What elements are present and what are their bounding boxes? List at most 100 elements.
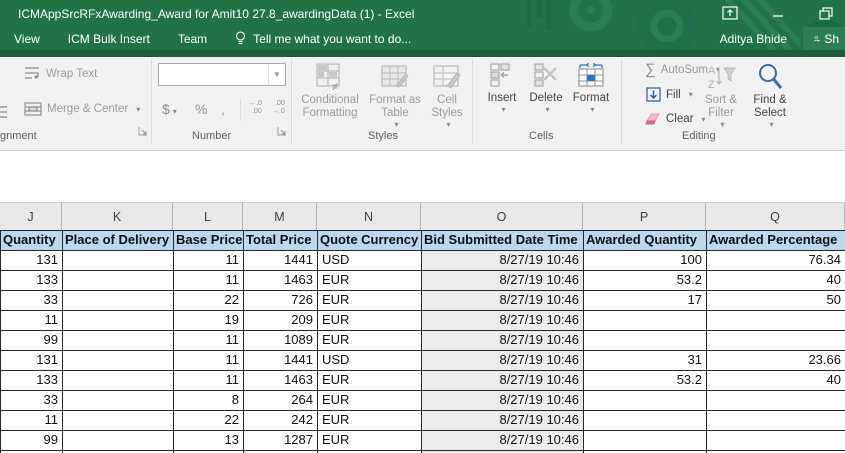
- number-dialog-launcher-icon[interactable]: [277, 126, 288, 137]
- tab-icm-bulk-insert[interactable]: ICM Bulk Insert: [54, 27, 164, 50]
- table-cell[interactable]: [584, 391, 707, 411]
- table-cell[interactable]: EUR: [318, 371, 422, 391]
- table-cell[interactable]: 99: [1, 331, 63, 351]
- wrap-text-button[interactable]: Wrap Text: [24, 66, 97, 81]
- table-cell[interactable]: [707, 411, 845, 431]
- table-cell[interactable]: [63, 311, 174, 331]
- table-cell[interactable]: 11: [174, 331, 244, 351]
- table-cell[interactable]: 100: [584, 251, 707, 271]
- accounting-format-button[interactable]: $▾: [162, 101, 177, 117]
- table-cell[interactable]: 1463: [244, 271, 318, 291]
- number-format-select[interactable]: ▼: [158, 63, 286, 86]
- table-cell[interactable]: 33: [1, 391, 63, 411]
- column-letter-O[interactable]: O: [421, 203, 583, 230]
- table-cell[interactable]: 40: [707, 371, 845, 391]
- column-letter-K[interactable]: K: [62, 203, 173, 230]
- tab-team[interactable]: Team: [164, 27, 221, 50]
- table-cell[interactable]: 8: [174, 391, 244, 411]
- share-button[interactable]: Sh: [803, 27, 845, 50]
- header-cell[interactable]: Bid Submitted Date Time: [422, 231, 584, 251]
- table-cell[interactable]: 33: [1, 291, 63, 311]
- table-cell[interactable]: [584, 431, 707, 451]
- header-cell[interactable]: Total Price: [244, 231, 318, 251]
- table-cell[interactable]: 53.2: [584, 371, 707, 391]
- format-as-table-button[interactable]: Format as Table ▾: [366, 62, 424, 129]
- table-cell[interactable]: [63, 291, 174, 311]
- percent-style-button[interactable]: %: [195, 101, 207, 117]
- table-cell[interactable]: 11: [1, 311, 63, 331]
- user-account[interactable]: Aditya Bhide: [720, 32, 787, 46]
- table-cell[interactable]: 50: [707, 291, 845, 311]
- table-cell[interactable]: EUR: [318, 391, 422, 411]
- table-cell[interactable]: 209: [244, 311, 318, 331]
- table-cell[interactable]: [63, 371, 174, 391]
- tell-me-box[interactable]: Tell me what you want to do...: [235, 31, 411, 46]
- fill-button[interactable]: Fill ▾: [646, 87, 693, 102]
- table-cell[interactable]: 264: [244, 391, 318, 411]
- column-letter-M[interactable]: M: [243, 203, 317, 230]
- table-cell[interactable]: 17: [584, 291, 707, 311]
- table-cell[interactable]: EUR: [318, 271, 422, 291]
- table-cell[interactable]: USD: [318, 351, 422, 371]
- table-cell[interactable]: 1441: [244, 251, 318, 271]
- insert-cells-button[interactable]: Insert ▾: [480, 62, 524, 114]
- align-lines-icon[interactable]: [0, 105, 8, 119]
- table-cell[interactable]: EUR: [318, 331, 422, 351]
- table-cell[interactable]: [63, 351, 174, 371]
- table-cell[interactable]: 8/27/19 10:46: [422, 271, 584, 291]
- table-cell[interactable]: 23.66: [707, 351, 845, 371]
- table-cell[interactable]: EUR: [318, 291, 422, 311]
- delete-cells-button[interactable]: Delete ▾: [524, 62, 568, 114]
- table-cell[interactable]: 99: [1, 431, 63, 451]
- clear-button[interactable]: Clear ▾: [645, 112, 706, 126]
- column-letter-N[interactable]: N: [317, 203, 421, 230]
- table-cell[interactable]: 22: [174, 291, 244, 311]
- table-cell[interactable]: [584, 411, 707, 431]
- table-cell[interactable]: 11: [174, 251, 244, 271]
- table-cell[interactable]: [707, 391, 845, 411]
- table-cell[interactable]: 242: [244, 411, 318, 431]
- table-cell[interactable]: 8/27/19 10:46: [422, 331, 584, 351]
- comma-style-button[interactable]: ,: [221, 101, 225, 117]
- table-cell[interactable]: 13: [174, 431, 244, 451]
- table-cell[interactable]: 8/27/19 10:46: [422, 411, 584, 431]
- table-cell[interactable]: 11: [174, 351, 244, 371]
- table-cell[interactable]: 726: [244, 291, 318, 311]
- column-letter-J[interactable]: J: [0, 203, 62, 230]
- table-cell[interactable]: EUR: [318, 311, 422, 331]
- table-cell[interactable]: 1089: [244, 331, 318, 351]
- table-cell[interactable]: [63, 251, 174, 271]
- column-letter-Q[interactable]: Q: [706, 203, 845, 230]
- table-cell[interactable]: 1441: [244, 351, 318, 371]
- column-letter-L[interactable]: L: [173, 203, 243, 230]
- restore-icon[interactable]: [815, 3, 837, 23]
- table-cell[interactable]: 31: [584, 351, 707, 371]
- conditional-formatting-button[interactable]: ≠ Conditional Formatting: [296, 62, 364, 120]
- table-cell[interactable]: 11: [174, 271, 244, 291]
- table-cell[interactable]: 11: [1, 411, 63, 431]
- header-cell[interactable]: Awarded Quantity: [584, 231, 707, 251]
- table-cell[interactable]: 133: [1, 371, 63, 391]
- table-cell[interactable]: 1463: [244, 371, 318, 391]
- header-cell[interactable]: Awarded Percentage: [707, 231, 845, 251]
- header-cell[interactable]: Place of Delivery: [63, 231, 174, 251]
- table-cell[interactable]: [707, 331, 845, 351]
- table-cell[interactable]: 8/27/19 10:46: [422, 351, 584, 371]
- tab-view[interactable]: View: [0, 27, 54, 50]
- table-cell[interactable]: 133: [1, 271, 63, 291]
- table-cell[interactable]: 22: [174, 411, 244, 431]
- minimize-icon[interactable]: [767, 3, 789, 23]
- table-cell[interactable]: [63, 431, 174, 451]
- table-cell[interactable]: [63, 411, 174, 431]
- table-cell[interactable]: 8/27/19 10:46: [422, 291, 584, 311]
- sort-filter-button[interactable]: AZ Sort & Filter ▾: [698, 62, 744, 129]
- table-cell[interactable]: 76.34: [707, 251, 845, 271]
- header-cell[interactable]: Quantity: [1, 231, 63, 251]
- format-cells-button[interactable]: Format ▾: [568, 62, 614, 114]
- ribbon-display-options-icon[interactable]: [719, 3, 741, 23]
- table-cell[interactable]: EUR: [318, 411, 422, 431]
- table-cell[interactable]: [584, 311, 707, 331]
- column-letter-P[interactable]: P: [583, 203, 706, 230]
- increase-decimal-icon[interactable]: ←.0 .00: [249, 100, 262, 116]
- table-cell[interactable]: USD: [318, 251, 422, 271]
